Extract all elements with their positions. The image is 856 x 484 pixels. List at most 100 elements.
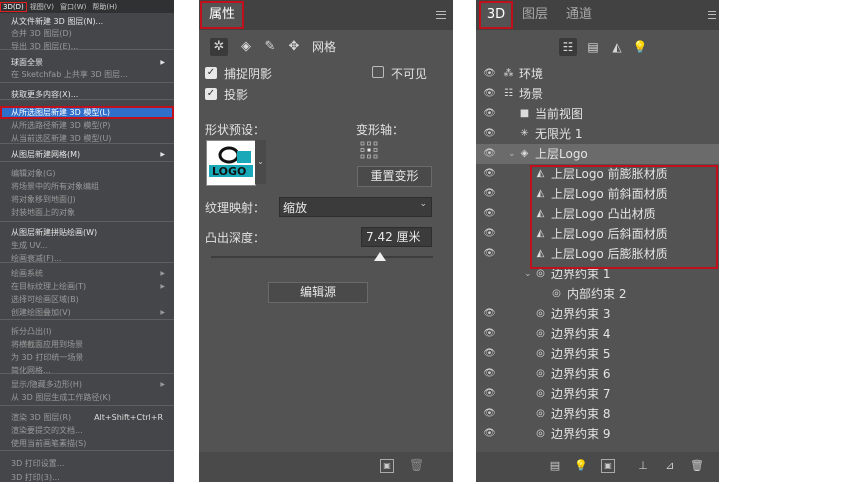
catch-shadows-checkbox[interactable]: ✓ — [205, 67, 217, 79]
scene-tree-row[interactable]: 👁 ◎ 边界约束 8 — [476, 404, 719, 424]
menu-item[interactable]: 使用当前画笔素描(S) — [11, 437, 171, 450]
ground-icon[interactable]: ⊥ — [635, 458, 651, 474]
visibility-eye-icon[interactable]: 👁 — [483, 184, 496, 204]
menu-item[interactable]: 绘画衰减(F)... — [11, 252, 171, 265]
menu-item[interactable]: 在 Sketchfab 上共享 3D 图层... — [11, 68, 171, 81]
cast-shadows-checkbox[interactable]: ✓ — [205, 88, 217, 100]
menu-item[interactable]: 合并 3D 图层(D) — [11, 27, 171, 40]
expand-twirl-icon[interactable]: ⌄ — [508, 144, 516, 164]
trash-icon[interactable]: 🗑 — [409, 458, 424, 474]
visibility-eye-icon[interactable]: 👁 — [483, 164, 496, 184]
visibility-eye-icon[interactable]: 👁 — [483, 424, 496, 444]
edit-source-button[interactable]: 编辑源 — [268, 282, 368, 303]
menu-item[interactable]: 为 3D 打印统一场景 — [11, 351, 171, 364]
add-mesh-icon[interactable]: ▤ — [547, 458, 563, 474]
extrusion-depth-slider-thumb[interactable] — [373, 252, 386, 261]
menu-item[interactable]: 从所选图层新建 3D 模型(L) — [0, 106, 174, 119]
menu-item[interactable]: 获取更多内容(X)... — [11, 88, 171, 101]
menu-item[interactable]: 将对象移到地面(J) — [11, 193, 171, 206]
menu-item[interactable]: 封装地面上的对象 — [11, 206, 171, 219]
scene-tree-row[interactable]: 👁 ☷ 场景 — [476, 84, 719, 104]
tab-layers[interactable]: 图层 — [520, 0, 550, 30]
scene-tree-row[interactable]: 👁 ✳ 无限光 1 — [476, 124, 719, 144]
deform-axis-grid-icon[interactable] — [360, 141, 378, 159]
menu-item[interactable]: 从图层新建拼贴绘画(W) — [11, 226, 171, 239]
menu-item[interactable]: 简化网格... — [11, 364, 171, 377]
visibility-eye-icon[interactable]: 👁 — [483, 104, 496, 124]
visibility-eye-icon[interactable]: 👁 — [483, 244, 496, 264]
deform-icon[interactable]: ◈ — [237, 38, 255, 56]
trash-icon[interactable]: 🗑 — [689, 458, 705, 474]
visibility-eye-icon[interactable]: 👁 — [483, 344, 496, 364]
menu-item[interactable]: 拆分凸出(I) — [11, 325, 171, 338]
visibility-eye-icon[interactable]: 👁 — [483, 224, 496, 244]
lights-filter-icon[interactable]: 💡 — [631, 38, 649, 56]
visibility-eye-icon[interactable]: 👁 — [483, 204, 496, 224]
meshes-filter-icon[interactable]: ▤ — [584, 38, 602, 56]
menu-item[interactable]: 生成 UV... — [11, 239, 171, 252]
coordinates-icon[interactable]: ✥ — [285, 38, 303, 56]
visibility-eye-icon[interactable]: 👁 — [483, 324, 496, 344]
reset-deform-button[interactable]: 重置变形 — [357, 166, 432, 187]
menu-item[interactable]: 选择可绘画区域(B) — [11, 293, 171, 306]
mesh-properties-icon[interactable]: ✲ — [210, 38, 228, 56]
invisible-checkbox[interactable] — [372, 66, 384, 78]
menu-item[interactable]: 3D 打印(3)... — [11, 471, 171, 484]
menu-item[interactable]: 导出 3D 图层(E)... — [11, 40, 171, 53]
menu-item[interactable]: 将横截面应用到场景 — [11, 338, 171, 351]
shape-preset-preview[interactable]: LOGO — [206, 140, 256, 186]
visibility-eye-icon[interactable]: 👁 — [483, 124, 496, 144]
texture-mapping-select[interactable]: 缩放 ⌄ — [279, 197, 432, 217]
scene-tree-row[interactable]: 👁 ◎ 边界约束 6 — [476, 364, 719, 384]
panel-menu-icon[interactable] — [436, 11, 446, 19]
menu-item[interactable]: 从所选路径新建 3D 模型(P) — [11, 119, 171, 132]
constraint-add-icon[interactable]: ⊿ — [662, 458, 678, 474]
visibility-eye-icon[interactable]: 👁 — [483, 404, 496, 424]
menu-item[interactable]: 在目标纹理上绘画(T) ▶ — [11, 280, 171, 293]
add-light-icon[interactable]: 💡 — [573, 458, 589, 474]
scene-tree-row[interactable]: 👁 ◎ 边界约束 3 — [476, 304, 719, 324]
whole-scene-filter-icon[interactable]: ☷ — [559, 38, 577, 56]
cap-icon[interactable]: ✎ — [261, 38, 279, 56]
menu-item[interactable]: 从当前选区新建 3D 模型(U) — [11, 132, 171, 145]
menu-item[interactable]: 将场景中的所有对象编组 — [11, 180, 171, 193]
menu-item[interactable]: 渲染 3D 图层(R) Alt+Shift+Ctrl+R — [11, 411, 171, 424]
visibility-eye-icon[interactable]: 👁 — [483, 364, 496, 384]
scene-tree-row[interactable]: ◎ 内部约束 2 — [476, 284, 719, 304]
menu-item[interactable]: 从图层新建网格(M) ▶ — [11, 148, 171, 161]
render-icon[interactable]: ▣ — [601, 459, 615, 473]
menu-item[interactable]: 从 3D 图层生成工作路径(K) — [11, 391, 171, 404]
tab-properties[interactable]: 属性 — [200, 1, 244, 29]
scene-tree-row[interactable]: 👁 ◎ 边界约束 7 — [476, 384, 719, 404]
shape-preset-dropdown-icon[interactable]: ⌄ — [255, 140, 266, 184]
visibility-eye-icon[interactable]: 👁 — [483, 84, 496, 104]
extrusion-depth-input[interactable]: 7.42 厘米 — [361, 227, 432, 247]
menu-item[interactable]: 渲染要提交的文档... — [11, 424, 171, 437]
menu-window[interactable]: 窗口(W) — [57, 2, 89, 12]
tab-3d[interactable]: 3D — [479, 1, 513, 29]
properties-panel: 属性 ✲ ◈ ✎ ✥ 网格 ✓ 捕捉阴影 不可见 ✓ 投影 形状预设： 变形轴：… — [199, 0, 453, 482]
visibility-eye-icon[interactable]: 👁 — [483, 64, 496, 84]
scene-tree-row[interactable]: 👁 ◎ 边界约束 9 — [476, 424, 719, 444]
visibility-eye-icon[interactable]: 👁 — [483, 384, 496, 404]
tab-channels[interactable]: 通道 — [564, 0, 594, 30]
menu-view[interactable]: 视图(V) — [27, 2, 57, 12]
scene-tree-row[interactable]: 👁 ◎ 边界约束 4 — [476, 324, 719, 344]
scene-tree-row[interactable]: 👁 ■ 当前视图 — [476, 104, 719, 124]
scene-tree-row[interactable]: 👁 ⌄ ◈ 上层Logo — [476, 144, 719, 164]
menu-item[interactable]: 3D 打印设置... — [11, 457, 171, 470]
menu-item[interactable]: 绘画系统 ▶ — [11, 267, 171, 280]
visibility-eye-icon[interactable]: 👁 — [483, 304, 496, 324]
extrusion-depth-slider-track[interactable] — [211, 256, 433, 258]
visibility-eye-icon[interactable]: 👁 — [483, 144, 496, 164]
menu-item[interactable]: 显示/隐藏多边形(H) ▶ — [11, 378, 171, 391]
materials-filter-icon[interactable]: ◭ — [608, 38, 626, 56]
scene-tree-row[interactable]: 👁 ◎ 边界约束 5 — [476, 344, 719, 364]
scene-tree-row[interactable]: 👁 ⁂ 环境 — [476, 64, 719, 84]
menu-3d[interactable]: 3D(D) — [0, 1, 27, 12]
render-icon[interactable]: ▣ — [380, 459, 394, 473]
panel-menu-icon[interactable] — [708, 11, 716, 19]
menu-item[interactable]: 创建绘图叠加(V) ▶ — [11, 306, 171, 319]
menu-item[interactable]: 编辑对象(G) — [11, 167, 171, 180]
menu-help[interactable]: 帮助(H) — [89, 2, 120, 12]
